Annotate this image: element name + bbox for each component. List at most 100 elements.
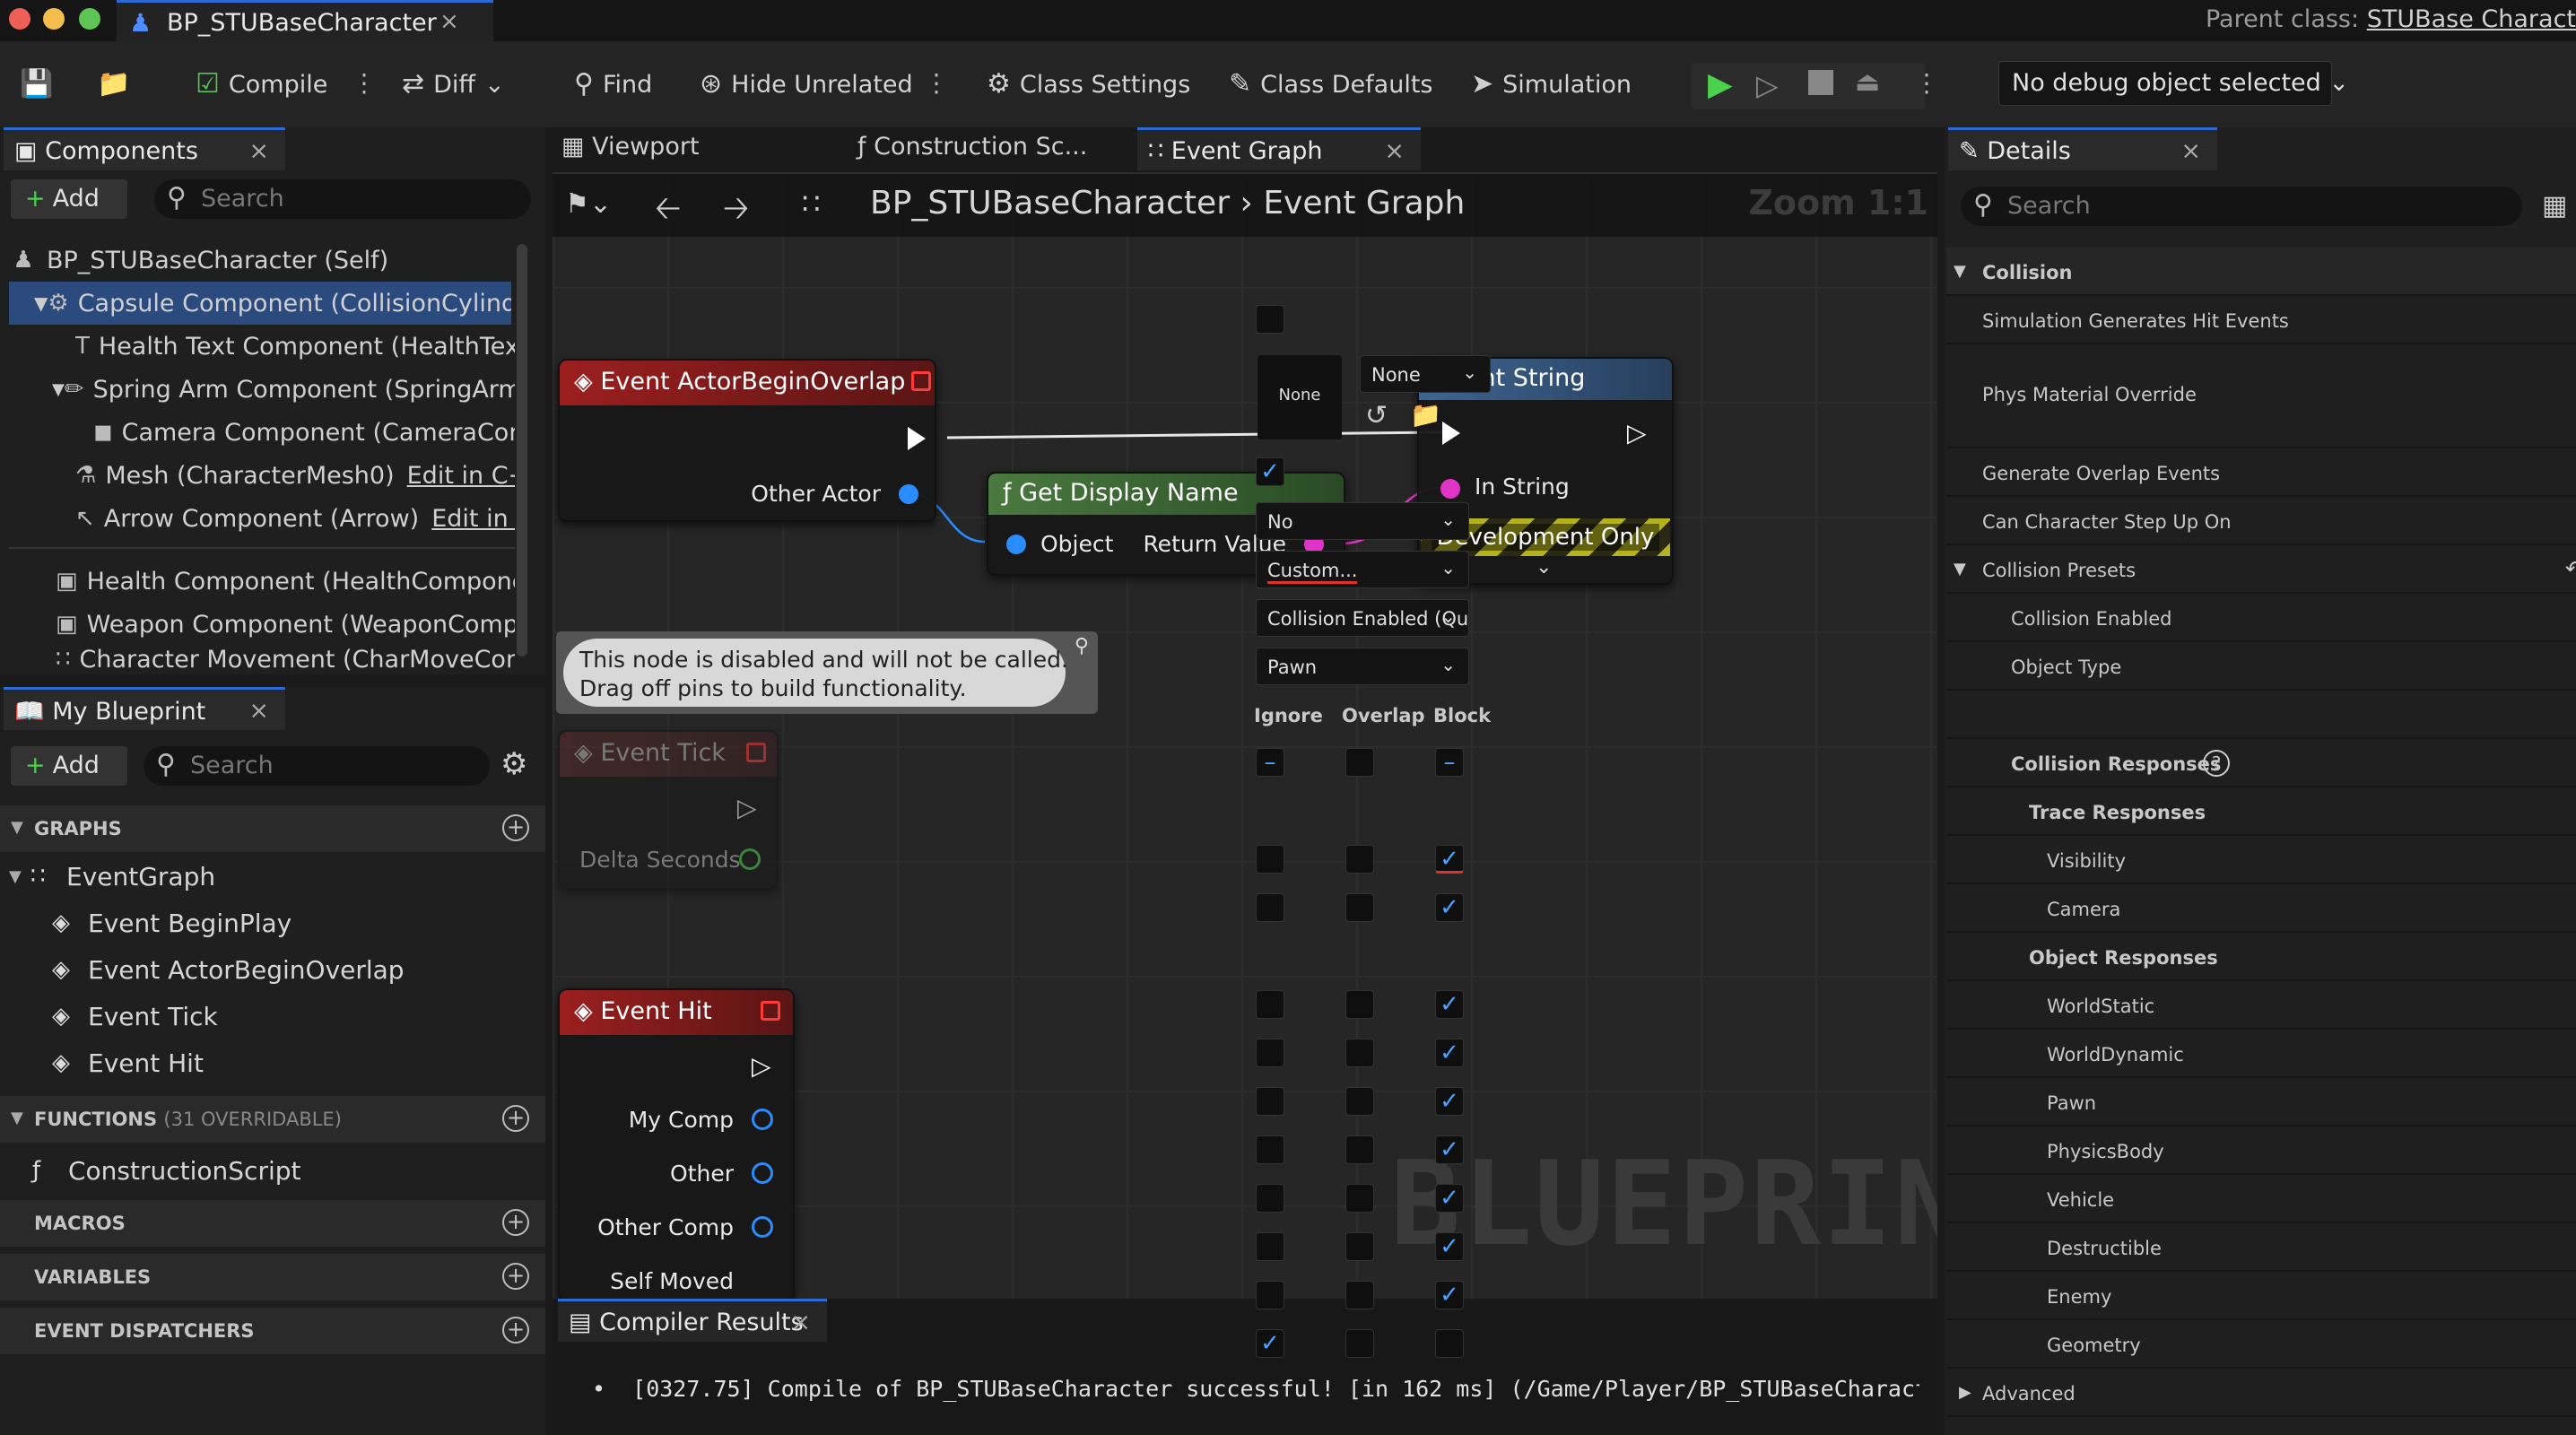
graphs-section[interactable]: ▼ GRAPHS +: [0, 805, 545, 852]
collapse-arrow-icon[interactable]: ▼: [9, 867, 30, 886]
debug-object-select[interactable]: No debug object selected ⌄: [1998, 61, 2349, 106]
node-event-hit[interactable]: ◈ Event Hit ▷ My Comp Other Other Comp S…: [558, 988, 795, 1299]
class-settings-button[interactable]: ⚙ Class Settings: [987, 65, 1190, 104]
tab-event-graph[interactable]: ∷ Event Graph ×: [1137, 127, 1421, 170]
overlap-checkbox[interactable]: [1345, 1087, 1374, 1116]
dispatchers-section[interactable]: EVENT DISPATCHERS +: [0, 1308, 545, 1354]
delegate-pin[interactable]: [761, 1001, 780, 1021]
component-item-health[interactable]: ▣ Health Component (HealthComponent: [56, 560, 515, 603]
add-macro-icon[interactable]: +: [502, 1209, 529, 1236]
my-blueprint-tab[interactable]: 📖 My Blueprint ×: [4, 687, 285, 730]
edit-in-cpp-link[interactable]: Edit in C+: [431, 505, 515, 533]
components-search[interactable]: ⚲ Search: [154, 179, 531, 219]
gen-overlap-checkbox[interactable]: ✓: [1256, 457, 1284, 486]
asset-tab[interactable]: ♟ BP_STUBaseCharacter ×: [117, 0, 493, 41]
overlap-checkbox[interactable]: [1345, 1281, 1374, 1309]
minimize-window-button[interactable]: [43, 8, 65, 30]
tab-construction[interactable]: ƒ Construction Sc...: [857, 133, 1087, 161]
block-checkbox[interactable]: ✓: [1435, 1281, 1464, 1309]
component-item-springarm[interactable]: ▼ ✏ Spring Arm Component (SpringArmC: [52, 368, 515, 411]
collision-category[interactable]: ▼ Collision: [1946, 248, 2576, 296]
close-icon[interactable]: ×: [248, 137, 269, 165]
overlap-checkbox[interactable]: [1345, 1184, 1374, 1213]
component-item-weapon[interactable]: ▣ Weapon Component (WeaponCompon: [56, 603, 515, 646]
collapse-arrow-icon[interactable]: ▼: [34, 292, 48, 314]
close-window-button[interactable]: [9, 8, 30, 30]
variables-section[interactable]: VARIABLES +: [0, 1254, 545, 1300]
ignore-checkbox[interactable]: [1256, 1135, 1284, 1164]
add-function-icon[interactable]: +: [502, 1105, 529, 1132]
delegate-pin[interactable]: [911, 371, 931, 391]
delta-seconds-pin[interactable]: [739, 848, 761, 870]
block-checkbox[interactable]: ✓: [1435, 893, 1464, 922]
myblueprint-search[interactable]: ⚲ Search: [144, 746, 490, 786]
eject-icon[interactable]: ⏏: [1855, 66, 1880, 98]
ignore-checkbox[interactable]: [1256, 845, 1284, 874]
component-item-mesh[interactable]: ⚗ Mesh (CharacterMesh0) Edit in C++: [75, 454, 515, 497]
breadcrumb-blueprint[interactable]: BP_STUBaseCharacter: [870, 185, 1230, 222]
reset-arrow-icon[interactable]: ↶: [2565, 556, 2576, 581]
block-checkbox[interactable]: [1435, 1329, 1464, 1358]
collapse-arrow-icon[interactable]: ▼: [52, 380, 65, 399]
collision-enabled-select[interactable]: Collision Enabled (Qu ⌄: [1256, 599, 1469, 637]
ignore-checkbox[interactable]: ✓: [1256, 1329, 1284, 1358]
exec-in-pin[interactable]: [1442, 422, 1460, 445]
node-actor-begin-overlap[interactable]: ◈ Event ActorBeginOverlap Other Actor: [558, 359, 936, 522]
graph-canvas[interactable]: BLUEPRINT ◈ Event ActorBeginOverlap Othe…: [553, 172, 1937, 1299]
phys-material-select[interactable]: None ⌄: [1360, 355, 1491, 393]
step-up-select[interactable]: No ⌄: [1256, 502, 1469, 540]
overlap-checkbox[interactable]: [1345, 990, 1374, 1019]
components-tab[interactable]: ▣ Components ×: [4, 127, 285, 170]
block-checkbox[interactable]: ✓: [1435, 1184, 1464, 1213]
exec-out-pin[interactable]: ▷: [1627, 418, 1647, 448]
add-component-button[interactable]: + Add: [11, 179, 127, 219]
block-checkbox[interactable]: ✓: [1435, 845, 1464, 874]
exec-out-pin[interactable]: ▷: [737, 793, 757, 822]
ignore-checkbox[interactable]: [1256, 990, 1284, 1019]
stop-icon[interactable]: [1808, 70, 1833, 95]
advanced-category[interactable]: ▶ Advanced: [1946, 1369, 2576, 1417]
event-item[interactable]: ◈ Event Hit: [52, 1040, 204, 1085]
find-button[interactable]: ⚲ Find: [574, 65, 652, 104]
event-item[interactable]: ◈ Event BeginPlay: [52, 900, 292, 945]
close-icon[interactable]: ×: [1384, 137, 1405, 165]
component-item-camera[interactable]: ◼ Camera Component (CameraComp: [93, 411, 515, 454]
close-tab-icon[interactable]: ×: [439, 8, 459, 35]
component-item-capsule[interactable]: ▼ ⚙ Capsule Component (CollisionCylinder: [9, 282, 511, 325]
block-all-checkbox[interactable]: –: [1435, 748, 1464, 777]
event-item[interactable]: ◈ Event Tick: [52, 994, 218, 1039]
parent-class-link[interactable]: STUBase Charact: [2367, 5, 2576, 33]
gear-icon[interactable]: ⚙: [500, 746, 527, 782]
add-dispatcher-icon[interactable]: +: [502, 1317, 529, 1344]
exec-out-pin[interactable]: ▷: [752, 1051, 771, 1081]
close-icon[interactable]: ×: [2180, 137, 2201, 165]
bookmark-icon[interactable]: ⚑⌄: [565, 188, 612, 220]
grid-view-icon[interactable]: ▦: [2542, 190, 2567, 222]
ignore-checkbox[interactable]: [1256, 1184, 1284, 1213]
tab-viewport[interactable]: ▦ Viewport: [561, 133, 700, 161]
forward-arrow-icon[interactable]: 🡢: [723, 185, 749, 239]
overlap-all-checkbox[interactable]: [1345, 748, 1374, 777]
component-item-arrow[interactable]: ↖ Arrow Component (Arrow) Edit in C+: [75, 497, 515, 540]
functions-section[interactable]: ▼ FUNCTIONS (31 OVERRIDABLE) +: [0, 1096, 545, 1143]
help-icon[interactable]: ?: [2203, 750, 2230, 777]
exec-out-pin[interactable]: [908, 427, 926, 450]
component-item-self[interactable]: ♟ BP_STUBaseCharacter (Self): [9, 239, 511, 282]
overlap-checkbox[interactable]: [1345, 1039, 1374, 1067]
hide-unrelated-button[interactable]: ⊛ Hide Unrelated: [700, 65, 913, 104]
browse-icon[interactable]: 📁: [1410, 400, 1441, 430]
edit-in-cpp-link[interactable]: Edit in C++: [407, 462, 515, 490]
simulation-button[interactable]: ➤ Simulation: [1471, 65, 1632, 104]
chevron-down-icon[interactable]: ⌄: [1536, 556, 1552, 578]
diff-button[interactable]: ⇄ Diff ⌄: [402, 65, 505, 104]
add-graph-icon[interactable]: +: [502, 814, 529, 841]
browse-button[interactable]: 📁: [97, 65, 130, 104]
pin-comment-icon[interactable]: ⚲: [1075, 635, 1089, 657]
add-variable-icon[interactable]: +: [502, 1263, 529, 1290]
block-checkbox[interactable]: ✓: [1435, 1039, 1464, 1067]
maximize-window-button[interactable]: [79, 8, 100, 30]
in-string-pin[interactable]: [1440, 479, 1460, 499]
other-pin[interactable]: [752, 1162, 773, 1184]
close-icon[interactable]: ×: [790, 1309, 811, 1336]
ignore-checkbox[interactable]: [1256, 1039, 1284, 1067]
